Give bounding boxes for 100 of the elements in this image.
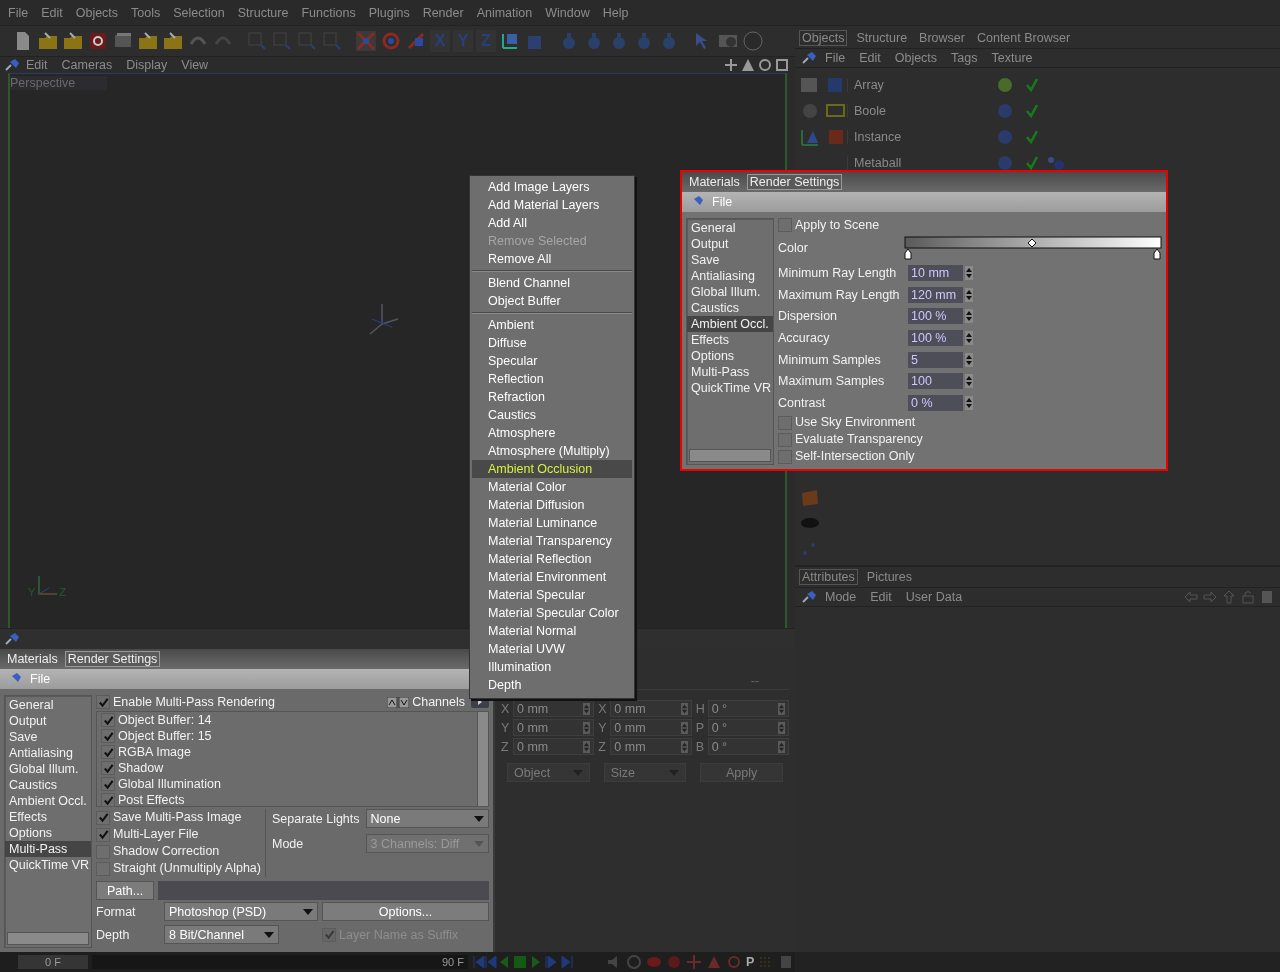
coordinate-field[interactable]: 0 mm (513, 719, 595, 736)
current-frame-field[interactable]: 0 F (18, 955, 88, 969)
spinner-arrows-icon[interactable] (965, 331, 973, 345)
menu-item[interactable]: Tags (945, 51, 984, 65)
spinner-arrows-icon[interactable] (965, 265, 973, 280)
options-button[interactable]: Options... (322, 902, 489, 921)
sidebar-item[interactable]: Antialiasing (5, 745, 91, 761)
sidebar-item[interactable]: Multi-Pass (5, 841, 91, 857)
menu-item[interactable]: Material Reflection (472, 550, 632, 568)
checkbox[interactable] (101, 745, 115, 759)
folder-icon[interactable] (162, 30, 184, 52)
menu-item[interactable]: Reflection (472, 370, 632, 388)
checkbox[interactable] (101, 713, 115, 727)
pin-icon[interactable] (4, 632, 20, 646)
checkbox[interactable] (96, 810, 110, 825)
spinner-arrows-icon[interactable] (965, 287, 973, 302)
spinner-arrows-icon[interactable] (680, 740, 688, 753)
tab[interactable]: Materials (686, 174, 743, 190)
number-field[interactable]: 100 % (908, 330, 963, 346)
coordinate-mode-dropdown[interactable]: Object (507, 763, 590, 782)
maximize-icon[interactable] (775, 58, 789, 72)
selection-tool-icon[interactable] (271, 30, 293, 52)
sidebar-item[interactable]: Output (5, 713, 91, 729)
object-name[interactable]: Boole (847, 104, 954, 118)
menu-item[interactable]: Material UVW (472, 640, 632, 658)
gradient-editor[interactable] (904, 236, 1162, 260)
pin-icon[interactable] (688, 195, 704, 209)
number-field[interactable]: 0 % (908, 395, 963, 412)
check-icon[interactable] (1026, 130, 1038, 144)
coordinate-field[interactable]: 0 ° (707, 719, 789, 736)
tab[interactable]: Attributes (799, 569, 858, 585)
sidebar-item[interactable]: Multi-Pass (687, 364, 773, 380)
tab[interactable]: Content Browser (973, 30, 1074, 46)
tab[interactable]: Structure (853, 30, 911, 46)
sidebar-item[interactable]: Save (687, 252, 773, 268)
folder-icon[interactable] (37, 30, 59, 52)
forward-arrow-icon[interactable] (1203, 590, 1217, 604)
menu-item[interactable]: Edit (853, 51, 887, 65)
tab[interactable]: Materials (4, 651, 61, 667)
spinner-arrows-icon[interactable] (680, 721, 688, 734)
sidebar-item[interactable]: Global Illum. (5, 761, 91, 777)
menu-item[interactable]: Selection (167, 5, 232, 20)
vertical-scrollbar[interactable] (477, 712, 488, 806)
object-name[interactable]: Instance (847, 130, 954, 144)
depth-dropdown[interactable]: 8 Bit/Channel (164, 925, 279, 944)
menu-item[interactable]: Specular (472, 352, 632, 370)
spinner-arrows-icon[interactable] (583, 702, 591, 715)
menu-item[interactable]: Diffuse (472, 334, 632, 352)
menu-item[interactable]: User Data (899, 590, 969, 604)
rotate-icon[interactable] (380, 30, 402, 52)
menu-item[interactable]: Atmosphere (472, 424, 632, 442)
menu-item[interactable]: Edit (35, 5, 70, 20)
menu-item[interactable]: Material Color (472, 478, 632, 496)
number-field[interactable]: 10 mm (908, 264, 963, 281)
checkbox[interactable] (101, 793, 115, 807)
menu-item[interactable]: Animation (470, 5, 540, 20)
spinner-arrows-icon[interactable] (965, 352, 973, 367)
menu-item[interactable]: File (30, 672, 51, 686)
sidebar-item[interactable]: Save (5, 729, 91, 745)
tab[interactable]: Render Settings (64, 651, 161, 667)
object-name[interactable]: Array (847, 78, 954, 92)
sidebar-item[interactable]: Effects (687, 332, 773, 348)
sidebar-item[interactable]: Ambient Occl. (687, 316, 773, 332)
menu-item[interactable]: Material Diffusion (472, 496, 632, 514)
number-field[interactable]: 100 (908, 373, 963, 390)
checkbox[interactable] (101, 761, 115, 775)
menu-item[interactable]: Texture (985, 51, 1039, 65)
sidebar-item[interactable]: General (5, 697, 91, 713)
sidebar-item[interactable]: Options (5, 825, 91, 841)
lock-icon[interactable] (1241, 590, 1255, 604)
menu-item[interactable]: Material Specular (472, 586, 632, 604)
triangle-icon[interactable] (741, 58, 755, 72)
pin-icon[interactable] (4, 58, 20, 72)
menu-item[interactable]: Help (596, 5, 636, 20)
sidebar-item[interactable]: Output (687, 236, 773, 252)
menu-item[interactable]: Mode (819, 590, 863, 604)
back-arrow-icon[interactable] (1184, 590, 1198, 604)
menu-item[interactable]: Render (416, 5, 471, 20)
selection-tool-icon[interactable] (296, 30, 318, 52)
number-field[interactable]: 120 mm (908, 286, 963, 303)
format-dropdown[interactable]: Photoshop (PSD) (164, 902, 318, 921)
path-field[interactable] (158, 881, 489, 900)
record-icon[interactable] (626, 954, 642, 970)
sidebar-item[interactable]: Effects (5, 809, 91, 825)
menu-item[interactable]: Material Environment (472, 568, 632, 586)
menu-item[interactable]: Illumination (472, 658, 632, 676)
sphere-icon[interactable] (742, 30, 764, 52)
check-icon[interactable] (1026, 104, 1038, 118)
sidebar-item[interactable]: Caustics (5, 777, 91, 793)
up-arrow-icon[interactable] (1222, 590, 1236, 604)
parameter-key-button[interactable]: P (746, 955, 755, 969)
sidebar-item[interactable]: Global Illum. (687, 284, 773, 300)
menu-item[interactable]: Caustics (472, 406, 632, 424)
pin-icon[interactable] (801, 51, 817, 65)
rotate-icon[interactable] (726, 954, 742, 970)
separate-lights-dropdown[interactable]: None (365, 809, 489, 828)
menu-item[interactable]: Objects (69, 5, 126, 20)
checkbox[interactable] (96, 827, 110, 842)
checkbox[interactable] (96, 695, 110, 709)
spinner-arrows-icon[interactable] (965, 374, 973, 389)
